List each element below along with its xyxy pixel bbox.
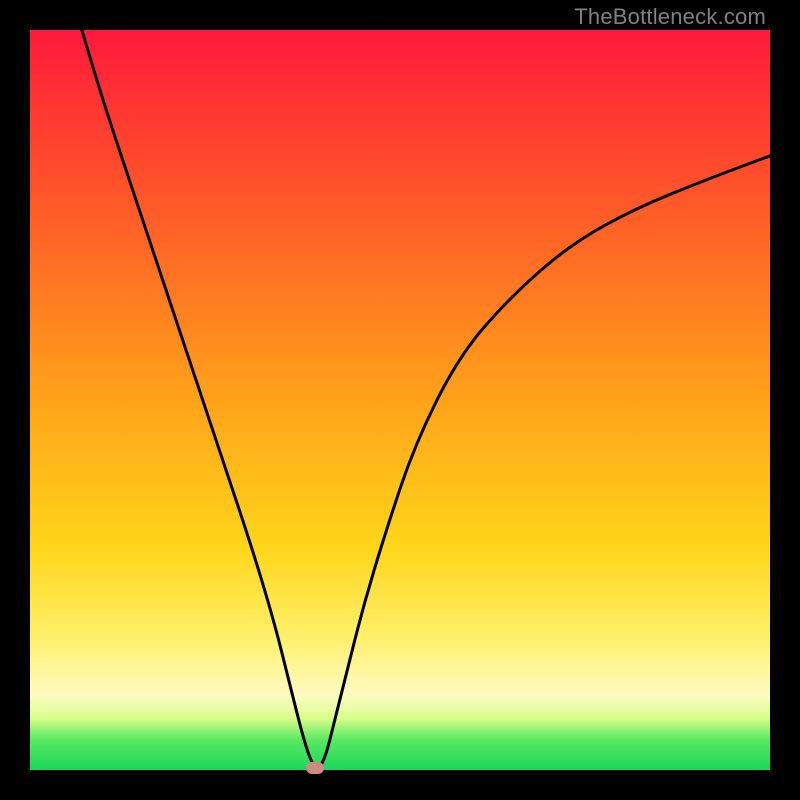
watermark-text: TheBottleneck.com [574,4,766,30]
curve-svg [30,30,770,770]
minimum-marker [306,762,324,774]
plot-area [30,30,770,770]
chart-frame: TheBottleneck.com [0,0,800,800]
bottleneck-curve [82,30,770,769]
